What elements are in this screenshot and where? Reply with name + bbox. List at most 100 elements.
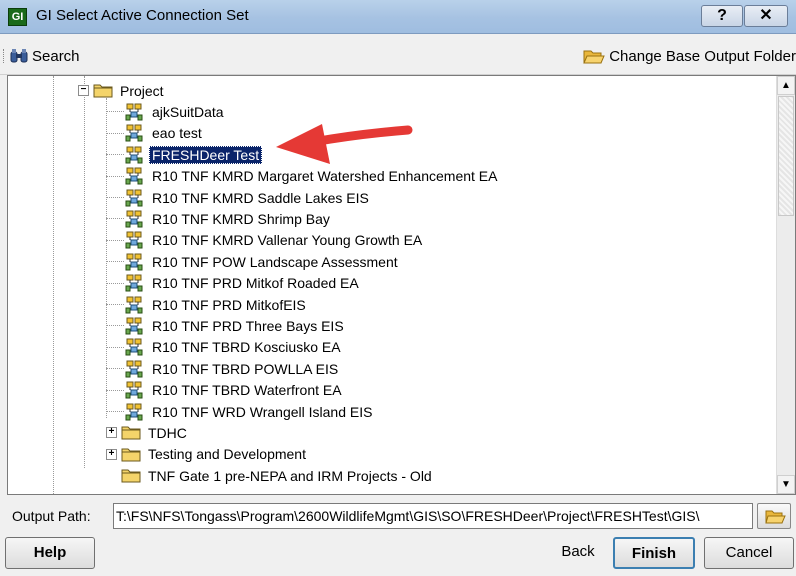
- tree-node-connection-set[interactable]: R10 TNF PRD Mitkof Roaded EA: [125, 273, 362, 294]
- connection-set-icon: [125, 296, 145, 314]
- tree-item-label: Testing and Development: [148, 446, 306, 463]
- tree-node-connection-set[interactable]: R10 TNF POW Landscape Assessment: [125, 251, 401, 272]
- tree-expander-toggle[interactable]: +: [106, 448, 117, 460]
- tree-node-connection-set[interactable]: R10 TNF TBRD Waterfront EA: [125, 380, 345, 401]
- tree-item-label: R10 TNF KMRD Margaret Watershed Enhancem…: [152, 168, 498, 185]
- tree-connector-line: [106, 98, 107, 418]
- tree-node-connection-set[interactable]: FRESHDeer Test: [125, 144, 263, 165]
- tree-connector-line: [106, 154, 124, 156]
- scroll-down-button[interactable]: ▼: [777, 475, 795, 494]
- connection-set-icon: [125, 381, 145, 399]
- tree-connector-line: [106, 282, 124, 284]
- toolbar-grip[interactable]: [3, 49, 6, 63]
- folder-icon: [121, 447, 141, 462]
- tree-item-label: Project: [120, 82, 164, 99]
- tree-item-label: FRESHDeer Test: [149, 145, 263, 164]
- tree-node-project[interactable]: − Project: [78, 80, 167, 101]
- open-folder-icon: [765, 510, 786, 524]
- output-path-row: Output Path: T:\FS\NFS\Tongass\Program\2…: [0, 500, 796, 532]
- folder-icon: [121, 425, 141, 440]
- tree-node-connection-set[interactable]: ajkSuitData: [125, 101, 227, 122]
- tree-connector-line: [106, 304, 124, 305]
- connection-set-icon: [125, 167, 145, 185]
- tree-item-label: R10 TNF POW Landscape Assessment: [152, 253, 398, 270]
- folder-icon: [121, 468, 141, 483]
- tree-connector-line: [106, 389, 124, 391]
- scroll-up-button[interactable]: ▲: [777, 76, 795, 95]
- tree-node-connection-set[interactable]: R10 TNF KMRD Shrimp Bay: [125, 208, 333, 229]
- tree-expander-toggle[interactable]: +: [106, 427, 117, 439]
- search-label: Search: [32, 47, 80, 65]
- connection-set-icon: [125, 403, 145, 421]
- output-path-field[interactable]: T:\FS\NFS\Tongass\Program\2600WildlifeMg…: [113, 503, 753, 529]
- tree-node-connection-set[interactable]: R10 TNF TBRD Kosciusko EA: [125, 337, 344, 358]
- connection-tree-panel[interactable]: − Project ajkSuitData eao test FRESHDeer Tes…: [7, 75, 796, 495]
- tree-item-label: eao test: [152, 125, 202, 142]
- browse-output-button[interactable]: [757, 503, 791, 529]
- tree-node-connection-set[interactable]: R10 TNF TBRD POWLLA EIS: [125, 358, 341, 379]
- tree-node-connection-set[interactable]: R10 TNF KMRD Margaret Watershed Enhancem…: [125, 166, 500, 187]
- tree-node-folder[interactable]: + TDHC: [106, 422, 190, 443]
- tree-connector-line: [106, 239, 124, 241]
- binoculars-icon: [10, 49, 28, 63]
- connection-set-icon: [125, 360, 145, 378]
- tree-node-folder[interactable]: TNF Gate 1 pre-NEPA and IRM Projects - O…: [106, 465, 435, 486]
- tree-connector-line: [106, 218, 124, 220]
- tree-connector-line: [106, 197, 124, 198]
- tree-connector-line: [106, 132, 124, 134]
- connection-set-icon: [125, 124, 145, 142]
- tree-item-label: R10 TNF PRD MitkofEIS: [152, 296, 306, 313]
- tree-item-label: TNF Gate 1 pre-NEPA and IRM Projects - O…: [148, 467, 432, 484]
- scroll-thumb[interactable]: [778, 96, 794, 216]
- help-titlebar-button[interactable]: ?: [701, 5, 743, 27]
- tree-connector-line: [106, 111, 124, 113]
- tree-node-connection-set[interactable]: R10 TNF KMRD Saddle Lakes EIS: [125, 187, 372, 208]
- tree-connector-line: [106, 346, 124, 348]
- connection-set-icon: [125, 253, 145, 271]
- tree-node-connection-set[interactable]: R10 TNF PRD Three Bays EIS: [125, 315, 347, 336]
- connection-set-icon: [125, 189, 145, 207]
- search-button[interactable]: Search: [10, 44, 80, 68]
- tree-item-label: R10 TNF KMRD Vallenar Young Growth EA: [152, 232, 423, 249]
- cancel-button[interactable]: Cancel: [704, 537, 794, 569]
- tree-node-folder[interactable]: + Testing and Development: [106, 444, 309, 465]
- tree-item-label: TDHC: [148, 424, 187, 441]
- tree-item-label: ajkSuitData: [152, 103, 224, 120]
- change-output-folder-button[interactable]: Change Base Output Folder: [583, 44, 796, 68]
- help-button[interactable]: Help: [5, 537, 95, 569]
- window-title: GI Select Active Connection Set: [36, 7, 249, 24]
- title-bar[interactable]: GI GI Select Active Connection Set ? ✕: [0, 0, 796, 34]
- tree-item-label: R10 TNF PRD Three Bays EIS: [152, 317, 344, 334]
- tree-connector-line: [106, 325, 124, 327]
- tree-node-connection-set[interactable]: R10 TNF WRD Wrangell Island EIS: [125, 401, 375, 422]
- toolbar: Search Change Base Output Folder: [0, 35, 796, 75]
- connection-set-icon: [125, 103, 145, 121]
- tree-item-label: R10 TNF TBRD Waterfront EA: [152, 382, 342, 399]
- tree-item-label: R10 TNF KMRD Shrimp Bay: [152, 210, 330, 227]
- connection-set-icon: [125, 231, 145, 249]
- tree-item-label: R10 TNF TBRD POWLLA EIS: [152, 360, 339, 377]
- connection-tree[interactable]: − Project ajkSuitData eao test FRESHDeer Tes…: [8, 76, 776, 494]
- connection-set-icon: [125, 210, 145, 228]
- tree-connector-line: [106, 261, 124, 263]
- connection-set-icon: [125, 274, 145, 292]
- vertical-scrollbar[interactable]: ▲ ▼: [776, 76, 795, 494]
- close-button[interactable]: ✕: [744, 5, 788, 27]
- tree-expander-toggle[interactable]: −: [78, 85, 89, 96]
- tree-item-label: R10 TNF TBRD Kosciusko EA: [152, 339, 341, 356]
- back-button[interactable]: Back: [548, 537, 608, 569]
- tree-item-label: R10 TNF PRD Mitkof Roaded EA: [152, 275, 359, 292]
- tree-node-connection-set[interactable]: R10 TNF KMRD Vallenar Young Growth EA: [125, 230, 425, 251]
- tree-item-label: R10 TNF KMRD Saddle Lakes EIS: [152, 189, 369, 206]
- connection-set-icon: [125, 146, 145, 164]
- folder-icon: [93, 83, 113, 98]
- tree-connector-line: [106, 175, 124, 177]
- finish-button[interactable]: Finish: [613, 537, 695, 569]
- dialog-window: GI GI Select Active Connection Set ? ✕ S…: [0, 0, 796, 576]
- tree-node-connection-set[interactable]: R10 TNF PRD MitkofEIS: [125, 294, 309, 315]
- app-icon: GI: [8, 8, 27, 26]
- dialog-button-bar: Help Back Finish Cancel: [0, 532, 796, 576]
- change-folder-label: Change Base Output Folder: [609, 47, 796, 65]
- tree-node-connection-set[interactable]: eao test: [125, 123, 205, 144]
- tree-connector-line: [106, 368, 124, 370]
